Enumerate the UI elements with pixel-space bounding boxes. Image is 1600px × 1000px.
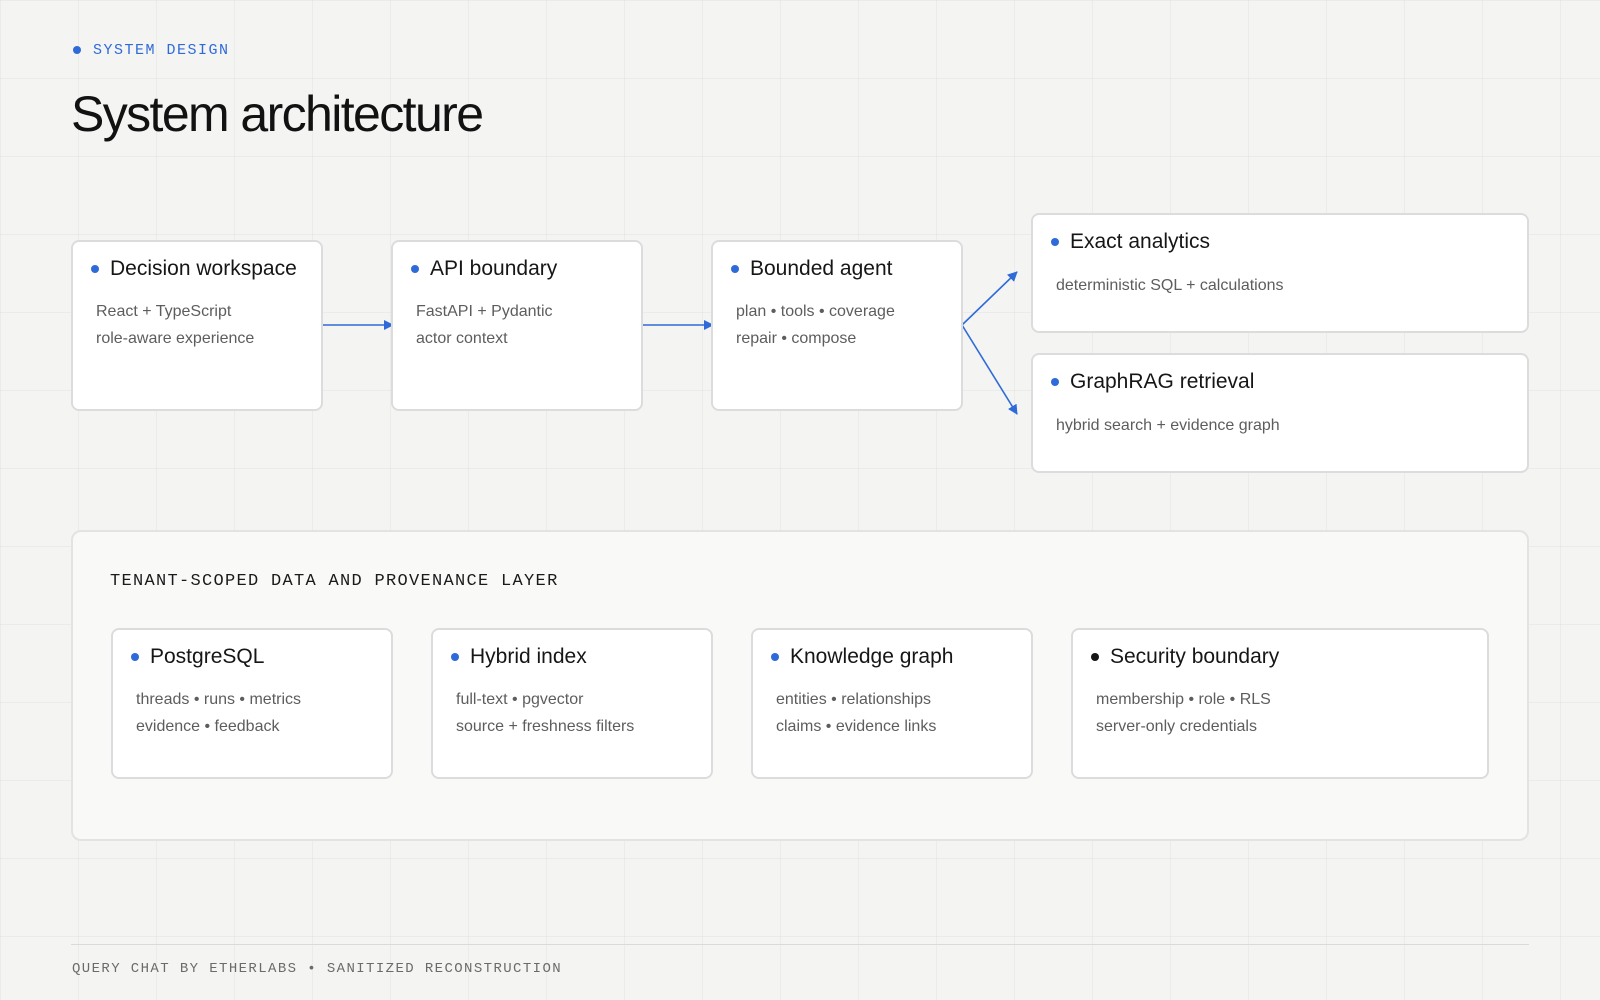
card-dot [1091, 653, 1099, 661]
card-line: evidence • feedback [136, 718, 280, 735]
card-title: GraphRAG retrieval [1070, 370, 1255, 393]
card-line: entities • relationships [776, 691, 932, 708]
card-title: Exact analytics [1070, 230, 1211, 253]
page-title: System architecture [71, 86, 484, 142]
card-line: FastAPI + Pydantic [416, 303, 553, 320]
card-line: React + TypeScript [96, 303, 232, 320]
card-dot [131, 653, 139, 661]
card-body: membership • role • RLS server-only cred… [1096, 686, 1271, 740]
card-body: hybrid search + evidence graph [1056, 412, 1280, 439]
card-body: threads • runs • metrics evidence • feed… [136, 686, 301, 740]
card-body: FastAPI + Pydantic actor context [416, 298, 553, 352]
card-header: Knowledge graph [771, 644, 953, 670]
api-boundary-card: API boundary FastAPI + Pydantic actor co… [391, 240, 643, 411]
card-line: full-text • pgvector [456, 691, 584, 708]
card-header: Exact analytics [1051, 229, 1210, 255]
card-line: role-aware experience [96, 330, 255, 347]
security-boundary-card: Security boundary membership • role • RL… [1071, 628, 1489, 779]
card-header: Decision workspace [91, 256, 297, 282]
card-dot [91, 265, 99, 273]
card-line: claims • evidence links [776, 718, 937, 735]
card-dot [411, 265, 419, 273]
card-header: GraphRAG retrieval [1051, 369, 1254, 395]
eyebrow-dot [73, 46, 81, 54]
card-header: Bounded agent [731, 256, 892, 282]
card-title: Hybrid index [470, 645, 587, 668]
card-dot [451, 653, 459, 661]
card-header: API boundary [411, 256, 557, 282]
card-dot [1051, 238, 1059, 246]
postgresql-card: PostgreSQL threads • runs • metrics evid… [111, 628, 393, 779]
flow-connectors [322, 271, 1018, 415]
decision-workspace-card: Decision workspace React + TypeScript ro… [71, 240, 323, 411]
card-header: Hybrid index [451, 644, 587, 670]
card-title: Security boundary [1110, 645, 1280, 668]
section-eyebrow: SYSTEM DESIGN [73, 40, 230, 60]
footer-credit: QUERY CHAT BY ETHERLABS • SANITIZED RECO… [72, 961, 563, 977]
card-line: server-only credentials [1096, 718, 1257, 735]
card-line: deterministic SQL + calculations [1056, 277, 1284, 294]
arrow-agent-to-analytics [961, 271, 1018, 326]
card-line: hybrid search + evidence graph [1056, 417, 1280, 434]
card-line: threads • runs • metrics [136, 691, 302, 708]
arrow-agent-to-graphrag [961, 324, 1018, 415]
card-body: deterministic SQL + calculations [1056, 272, 1284, 299]
card-body: full-text • pgvector source + freshness … [456, 686, 634, 740]
card-line: repair • compose [736, 330, 857, 347]
bounded-agent-card: Bounded agent plan • tools • coverage re… [711, 240, 963, 411]
card-line: source + freshness filters [456, 718, 635, 735]
card-title: Bounded agent [750, 257, 893, 280]
knowledge-graph-card: Knowledge graph entities • relationships… [751, 628, 1033, 779]
card-title: API boundary [430, 257, 558, 280]
card-header: PostgreSQL [131, 644, 264, 670]
graphrag-retrieval-card: GraphRAG retrieval hybrid search + evide… [1031, 353, 1529, 473]
card-title: Knowledge graph [790, 645, 954, 668]
card-body: React + TypeScript role-aware experience [96, 298, 254, 352]
card-title: Decision workspace [110, 257, 297, 280]
card-line: membership • role • RLS [1096, 691, 1271, 708]
card-header: Security boundary [1091, 644, 1279, 670]
exact-analytics-card: Exact analytics deterministic SQL + calc… [1031, 213, 1529, 333]
card-dot [771, 653, 779, 661]
card-title: PostgreSQL [150, 645, 265, 668]
footer-divider [71, 944, 1529, 945]
card-dot [731, 265, 739, 273]
card-body: plan • tools • coverage repair • compose [736, 298, 895, 352]
layer-title: TENANT-SCOPED DATA AND PROVENANCE LAYER [110, 572, 559, 591]
card-dot [1051, 378, 1059, 386]
eyebrow-label: SYSTEM DESIGN [93, 41, 230, 59]
card-line: actor context [416, 330, 508, 347]
hybrid-index-card: Hybrid index full-text • pgvector source… [431, 628, 713, 779]
card-line: plan • tools • coverage [736, 303, 895, 320]
card-body: entities • relationships claims • eviden… [776, 686, 936, 740]
